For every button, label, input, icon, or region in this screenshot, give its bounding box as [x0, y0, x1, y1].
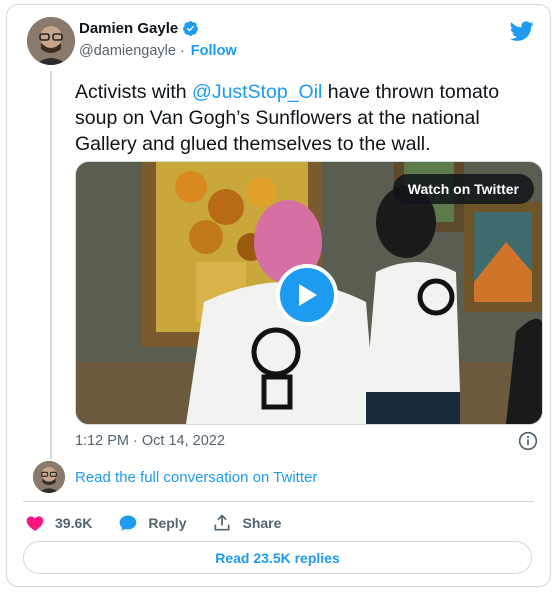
watch-on-twitter-button[interactable]: Watch on Twitter: [392, 174, 534, 204]
tweet-timestamp[interactable]: 1:12 PM · Oct 14, 2022: [75, 433, 225, 449]
play-icon: [299, 284, 317, 306]
separator-dot: ·: [179, 43, 185, 59]
share-button[interactable]: Share: [212, 513, 281, 533]
follow-link[interactable]: Follow: [191, 43, 237, 59]
heart-icon: [26, 516, 44, 531]
info-icon[interactable]: [518, 431, 538, 451]
reply-bubble-icon: [120, 515, 137, 531]
like-count: 39.6K: [55, 515, 93, 531]
share-label: Share: [242, 515, 282, 531]
action-bar: 39.6K Reply Share: [25, 513, 307, 533]
verified-icon: [183, 21, 199, 36]
read-conversation-link[interactable]: Read the full conversation on Twitter: [75, 469, 317, 486]
author-name-row: Damien Gayle: [79, 20, 199, 37]
play-button[interactable]: [276, 264, 338, 326]
tweet-text: Activists with @JustStop_Oil have thrown…: [75, 79, 525, 157]
thread-line: [50, 71, 52, 459]
video-media[interactable]: Watch on Twitter: [75, 161, 543, 425]
tweet-text-start: Activists with: [75, 81, 193, 103]
actions-divider: [23, 501, 534, 502]
mention-link[interactable]: @JustStop_Oil: [192, 81, 322, 103]
tweet-card: Damien Gayle @damiengayle · Follow Activ…: [6, 4, 551, 587]
author-avatar[interactable]: [27, 17, 75, 65]
author-name[interactable]: Damien Gayle: [79, 20, 178, 37]
read-replies-button[interactable]: Read 23.5K replies: [23, 541, 532, 574]
author-handle[interactable]: @damiengayle: [79, 43, 176, 59]
author-handle-row: @damiengayle · Follow: [79, 43, 237, 59]
reply-label: Reply: [148, 515, 187, 531]
conversation-avatar[interactable]: [33, 461, 65, 493]
reply-button[interactable]: Reply: [118, 513, 186, 533]
share-icon: [214, 514, 230, 531]
twitter-bird-icon[interactable]: [510, 19, 534, 43]
like-button[interactable]: 39.6K: [25, 513, 92, 533]
